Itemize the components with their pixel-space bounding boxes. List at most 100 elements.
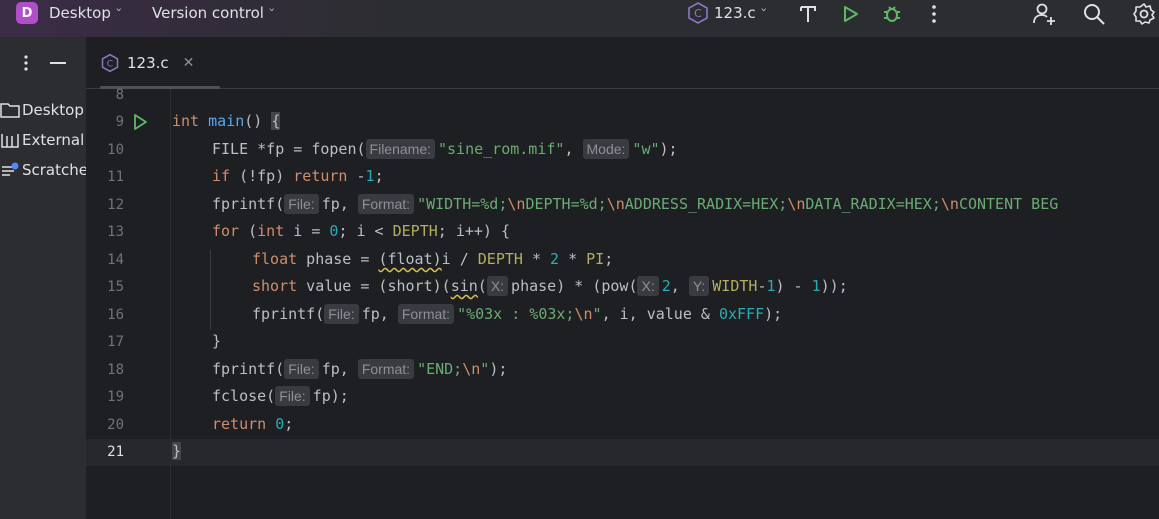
- code-line[interactable]: short value = (short)(sin(X: phase) * (po…: [252, 273, 848, 300]
- code-token: );: [764, 305, 783, 323]
- parameter-hint: Format:: [397, 304, 455, 324]
- code-token: *: [559, 250, 587, 268]
- project-badge: D: [16, 2, 38, 24]
- code-token: for: [212, 222, 240, 240]
- code-token: \n: [940, 195, 959, 213]
- code-token: 0xFFF: [718, 305, 765, 323]
- code-token: ,: [670, 277, 689, 295]
- code-token: 2: [550, 250, 560, 268]
- code-token: "WIDTH=%d;: [417, 195, 508, 213]
- sidebar-item-label: Desktop: [22, 101, 84, 119]
- search-icon[interactable]: [1082, 2, 1106, 26]
- code-line[interactable]: FILE *fp = fopen(Filename: "sine_rom.mif"…: [212, 136, 678, 163]
- parameter-hint: File:: [275, 386, 310, 406]
- settings-icon[interactable]: [1132, 2, 1156, 26]
- code-token: int: [172, 112, 200, 130]
- parameter-hint: Filename:: [365, 139, 435, 159]
- line-number: 8: [115, 87, 124, 103]
- code-line[interactable]: return 0;: [212, 411, 293, 438]
- line-number: 16: [107, 307, 124, 323]
- line-number: 21: [107, 444, 124, 460]
- svg-text:C: C: [107, 58, 113, 69]
- line-number: 14: [107, 252, 124, 268]
- parameter-hint: X:: [637, 276, 659, 296]
- sidebar-item-scratches[interactable]: Scratche: [0, 157, 88, 183]
- code-token: "sine_rom.mif": [438, 140, 565, 158]
- parameter-hint: Format:: [357, 359, 415, 379]
- more-icon[interactable]: [922, 2, 946, 26]
- code-token: 1: [766, 277, 776, 295]
- code-line[interactable]: fprintf(File: fp, Format: "%03x : %03x;\n"…: [252, 301, 782, 328]
- run-gutter-icon[interactable]: [131, 113, 149, 131]
- code-token: (!fp): [230, 167, 294, 185]
- code-line[interactable]: if (!fp) return -1;: [212, 163, 384, 190]
- run-config-selector[interactable]: C 123.c ˅: [686, 0, 767, 26]
- code-token: (): [244, 112, 272, 130]
- code-token: , i, value &: [601, 305, 719, 323]
- code-token: *: [522, 250, 551, 268]
- pane-options-icon[interactable]: [18, 53, 34, 73]
- code-token: i /: [441, 250, 478, 268]
- code-token: float: [252, 250, 298, 268]
- code-token: DEPTH: [392, 222, 438, 240]
- code-line[interactable]: fprintf(File: fp, Format: "END;\n");: [212, 356, 507, 383]
- code-token: ) -: [775, 277, 812, 295]
- svg-text:C: C: [694, 7, 702, 20]
- sidebar-item-external[interactable]: External: [0, 127, 84, 153]
- line-number: 15: [107, 279, 124, 295]
- code-token: DATA_RADIX=HEX;: [805, 195, 941, 213]
- code-line[interactable]: fprintf(File: fp, Format: "WIDTH=%d;\nDEPT…: [212, 191, 1058, 218]
- parameter-hint: X:: [486, 276, 509, 296]
- parameter-hint: File:: [324, 304, 359, 324]
- line-number: 19: [107, 389, 124, 405]
- code-token: int: [257, 222, 285, 240]
- code-token: ; i <: [338, 222, 393, 240]
- vcs-menu[interactable]: Version control ˅: [152, 0, 276, 26]
- tab-bar: C 123.c ✕: [86, 37, 1159, 89]
- code-line[interactable]: }: [212, 328, 221, 355]
- parameter-hint: File:: [284, 359, 319, 379]
- code-token: fprintf(: [212, 195, 285, 213]
- code-token: i =: [284, 222, 330, 240]
- add-user-icon[interactable]: [1032, 2, 1056, 26]
- code-token: "END;: [417, 360, 463, 378]
- code-token: fp,: [361, 305, 398, 323]
- build-hammer-icon[interactable]: [796, 2, 820, 26]
- code-token: ": [480, 360, 490, 378]
- line-number: 18: [107, 362, 124, 378]
- code-line[interactable]: fclose(File: fp);: [212, 383, 349, 410]
- code-token: phase =: [297, 250, 379, 268]
- code-token: CONTENT BEG: [958, 195, 1059, 213]
- debug-icon[interactable]: [880, 2, 904, 26]
- code-token: value = (short)(: [297, 277, 451, 295]
- code-token: fprintf(: [252, 305, 325, 323]
- code-token: \n: [787, 195, 806, 213]
- close-icon[interactable]: ✕: [183, 55, 195, 71]
- tab-123-c[interactable]: C 123.c ✕: [100, 37, 220, 89]
- code-line[interactable]: float phase = (float)i / DEPTH * 2 * PI;: [252, 246, 613, 273]
- code-line[interactable]: }: [172, 438, 182, 465]
- indent-guide: [210, 250, 211, 330]
- code-token: short: [252, 277, 298, 295]
- code-token: fp);: [312, 387, 349, 405]
- code-token: fclose(: [212, 387, 276, 405]
- sidebar-item-desktop[interactable]: Desktop: [0, 97, 84, 123]
- code-token: ; i++) {: [437, 222, 511, 240]
- current-line-highlight: [86, 439, 1159, 466]
- code-line[interactable]: int main() {: [172, 108, 281, 135]
- code-line[interactable]: for (int i = 0; i < DEPTH; i++) {: [212, 218, 510, 245]
- project-selector[interactable]: D Desktop ˅: [16, 0, 122, 26]
- code-token: phase) * (pow(: [511, 277, 638, 295]
- minimize-icon[interactable]: [50, 62, 66, 64]
- code-token: (float): [378, 250, 442, 268]
- run-icon[interactable]: [838, 2, 862, 26]
- code-token: \n: [507, 195, 526, 213]
- code-token: );: [659, 140, 678, 158]
- code-token: 0: [275, 415, 285, 433]
- parameter-hint: Y:: [688, 276, 710, 296]
- tab-label: 123.c: [127, 54, 169, 72]
- run-config-label: 123.c: [714, 4, 756, 22]
- scratches-icon: [2, 162, 19, 176]
- line-number: 12: [107, 197, 124, 213]
- code-token: }: [212, 332, 222, 350]
